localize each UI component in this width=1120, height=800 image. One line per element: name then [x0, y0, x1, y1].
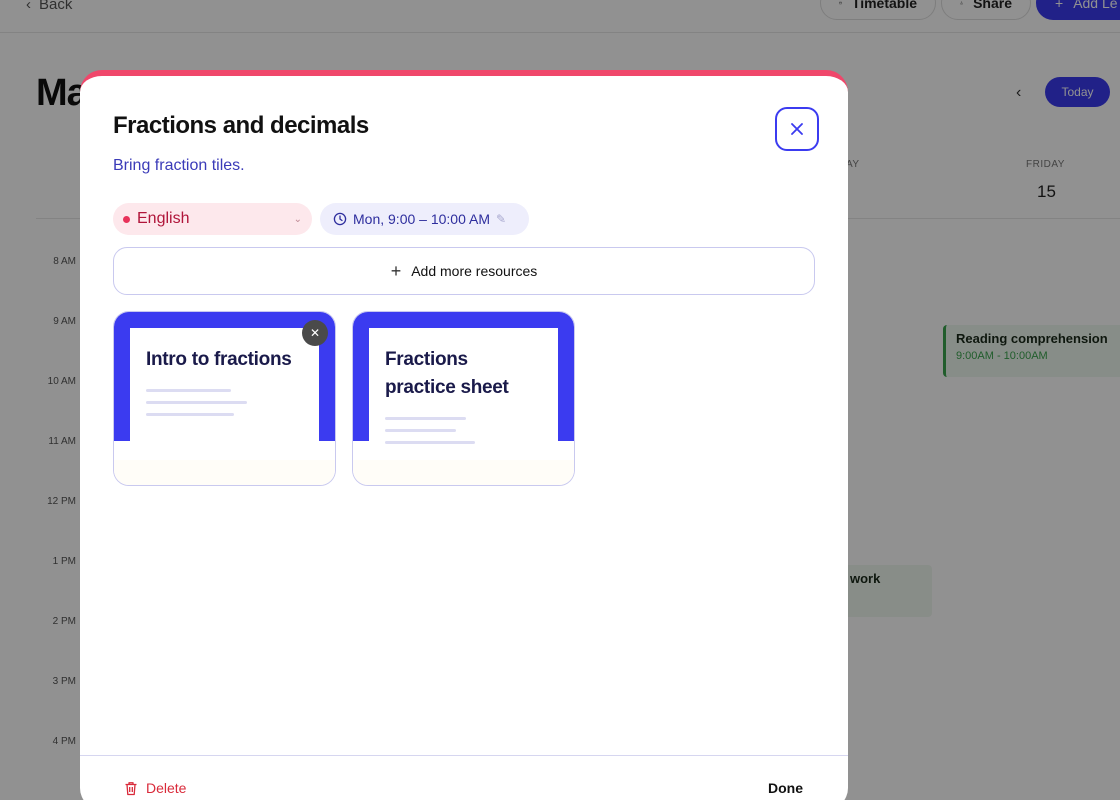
lesson-modal: Fractions and decimals Bring fraction ti…	[80, 70, 848, 800]
trash-icon	[125, 781, 137, 795]
resource-title: Intro to fractions	[146, 349, 292, 370]
subject-color-dot	[123, 215, 130, 223]
done-button[interactable]: Done	[768, 780, 803, 796]
close-icon: ✕	[309, 326, 321, 340]
pencil-icon: ✎	[495, 212, 507, 226]
close-button[interactable]	[775, 107, 819, 151]
text-line	[385, 417, 466, 420]
time-chip[interactable]: Mon, 9:00 – 10:00 AM ✎	[320, 203, 529, 235]
resource-thumbnail: Fractions practice sheet	[353, 312, 574, 461]
text-line	[385, 429, 456, 432]
resource-footer	[114, 460, 335, 485]
add-resources-button[interactable]: + Add more resources	[113, 247, 815, 295]
text-line	[146, 413, 234, 416]
delete-label: Delete	[146, 780, 187, 796]
close-icon	[791, 123, 803, 135]
modal-title: Fractions and decimals	[113, 112, 369, 139]
modal-subtitle: Bring fraction tiles.	[113, 157, 245, 174]
add-resources-label: Add more resources	[411, 263, 538, 279]
subject-label: English	[137, 210, 190, 227]
modal-footer: Delete Done	[80, 755, 848, 800]
plus-icon: +	[390, 260, 402, 281]
remove-resource-button[interactable]: ✕	[302, 320, 328, 346]
resource-card[interactable]: Intro to fractions ✕	[113, 311, 336, 486]
delete-button[interactable]: Delete	[124, 780, 186, 796]
resource-footer	[353, 460, 574, 485]
time-chip-label: Mon, 9:00 – 10:00 AM	[353, 211, 490, 227]
text-line	[146, 389, 231, 392]
text-line	[146, 401, 247, 404]
document-preview: Fractions practice sheet	[369, 328, 558, 461]
text-line	[385, 441, 475, 444]
subject-select[interactable]: English ⌄	[113, 203, 312, 235]
resource-title: Fractions practice sheet	[385, 349, 509, 398]
document-preview: Intro to fractions	[130, 328, 319, 461]
chevron-down-icon: ⌄	[293, 213, 302, 225]
clock-icon	[333, 212, 347, 226]
resource-card[interactable]: Fractions practice sheet	[352, 311, 575, 486]
